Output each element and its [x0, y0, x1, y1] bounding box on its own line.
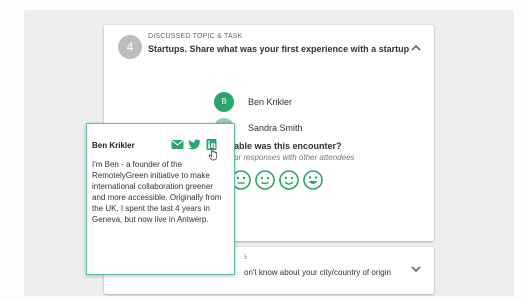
slight-smile-face-icon[interactable] — [254, 169, 276, 191]
attendee-name: Sandra Smith — [248, 123, 303, 133]
rating-question: able was this encounter? — [234, 141, 342, 151]
pointer-cursor-icon — [208, 148, 218, 161]
popup-bio: I'm Ben - a founder of the RemotelyGreen… — [92, 160, 222, 224]
popup-name: Ben Krikler — [92, 141, 135, 150]
smile-face-icon[interactable] — [278, 169, 300, 191]
next-topic-title: on't know about your city/country of ori… — [244, 268, 391, 277]
attendee-row[interactable]: B Ben Krikler — [214, 92, 292, 112]
topic-title: Startups. Share what was your first expe… — [148, 44, 410, 54]
rating-note: ur responses with other attendees — [234, 153, 355, 162]
big-smile-face-icon[interactable] — [302, 169, 324, 191]
rating-faces — [230, 169, 324, 191]
profile-popup: Ben Krikler I'm Ben - a founder of the R… — [86, 123, 235, 275]
twitter-icon[interactable] — [188, 139, 201, 150]
topic-label: DISCUSSED TOPIC & TASK — [148, 33, 243, 40]
step-number-badge: 4 — [118, 35, 142, 59]
chevron-up-icon[interactable] — [409, 41, 423, 55]
avatar: B — [214, 92, 234, 112]
chevron-down-icon[interactable] — [409, 262, 423, 276]
mail-icon[interactable] — [171, 139, 184, 150]
next-topic-label: 5 — [244, 255, 248, 261]
attendee-name: Ben Krikler — [248, 97, 293, 107]
screen: 4 DISCUSSED TOPIC & TASK Startups. Share… — [0, 0, 527, 301]
